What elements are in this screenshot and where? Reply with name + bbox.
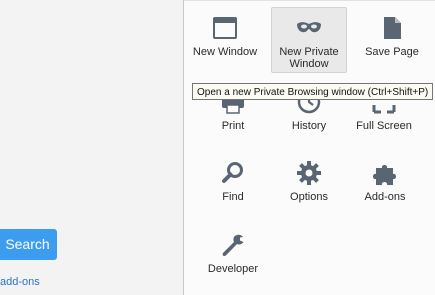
search-button[interactable]: Search [0,229,57,260]
menu-item-label: New Window [192,46,258,58]
menu-item-save-page[interactable]: Save Page [354,8,430,76]
addons-link[interactable]: add-ons [0,276,40,288]
menu-item-add-ons[interactable]: Add-ons [347,153,423,221]
menu-item-developer[interactable]: Developer [195,225,271,293]
menu-item-new-private-window[interactable]: New Private Window [271,7,347,73]
menu-item-label: Options [290,191,328,203]
document-icon [378,14,406,42]
menu-item-label: Full Screen [356,120,412,132]
menu-item-new-window[interactable]: New Window [187,8,263,76]
page: Search add-ons New Window New Private Wi… [0,0,435,295]
menu-item-label: Save Page [365,46,419,58]
private-mask-icon [295,14,323,42]
magnifier-icon [219,159,247,187]
wrench-icon [219,231,247,259]
puzzle-icon [371,159,399,187]
menu-panel: New Window New Private Window Save Page [183,0,435,295]
tooltip: Open a new Private Browsing window (Ctrl… [192,83,434,100]
gear-icon [295,159,323,187]
menu-item-label: Print [221,120,245,132]
menu-item-label: New Private Window [279,46,339,70]
menu-item-label: Add-ons [364,191,406,203]
window-icon [211,14,239,42]
menu-item-options[interactable]: Options [271,153,347,221]
menu-item-label: Find [222,191,244,203]
menu-item-label: Developer [207,263,259,275]
panel-divider [184,0,435,1]
menu-item-find[interactable]: Find [195,153,271,221]
menu-item-label: History [291,120,327,132]
